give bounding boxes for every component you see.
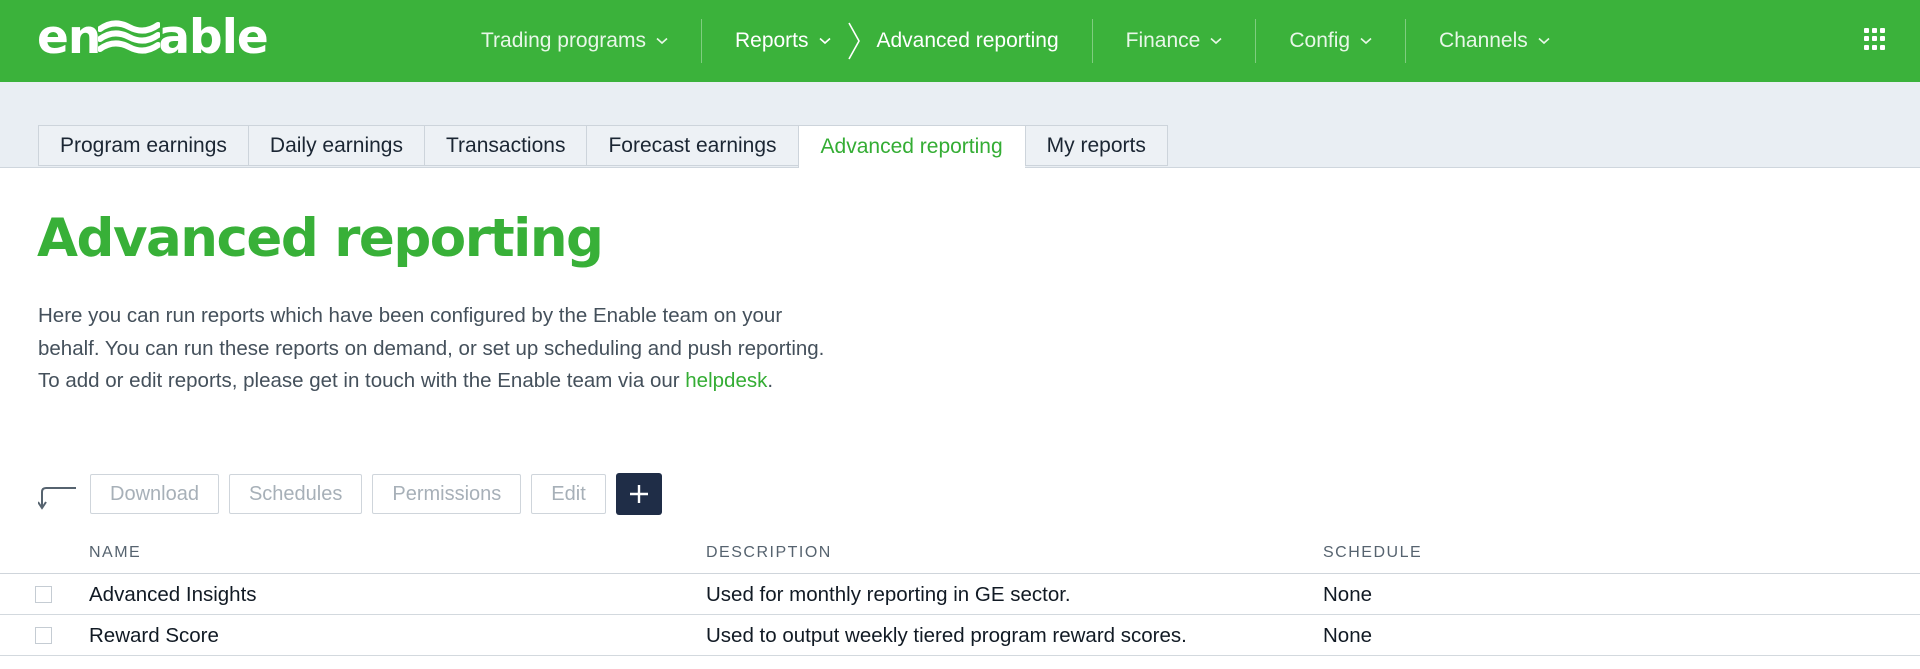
tab-daily-earnings[interactable]: Daily earnings	[247, 125, 424, 166]
top-navigation-bar: en able Trading programs Reports Advance…	[0, 0, 1920, 82]
report-tabs: Program earnings Daily earnings Transact…	[38, 125, 1168, 168]
tab-program-earnings[interactable]: Program earnings	[38, 125, 248, 166]
page-title: Advanced reporting	[37, 208, 604, 269]
chevron-down-icon	[656, 37, 668, 45]
chevron-down-icon	[1210, 37, 1222, 45]
tab-advanced-reporting[interactable]: Advanced reporting	[797, 125, 1025, 168]
tab-forecast-earnings[interactable]: Forecast earnings	[586, 125, 798, 166]
page-intro: Here you can run reports which have been…	[38, 300, 838, 398]
row-checkbox[interactable]	[35, 627, 52, 644]
edit-button[interactable]: Edit	[531, 474, 606, 514]
table-header: NAME DESCRIPTION SCHEDULE	[0, 538, 1920, 574]
nav-current-page-label: Advanced reporting	[876, 29, 1059, 52]
nav-channels[interactable]: Channels	[1406, 0, 1583, 82]
row-checkbox[interactable]	[35, 586, 52, 603]
report-name[interactable]: Advanced Insights	[89, 583, 257, 607]
permissions-button[interactable]: Permissions	[372, 474, 522, 514]
nav-config[interactable]: Config	[1256, 0, 1405, 82]
chevron-down-icon	[1538, 37, 1550, 45]
report-schedule: None	[1323, 624, 1373, 647]
helpdesk-link[interactable]: helpdesk	[685, 369, 767, 392]
logo-text-right: able	[158, 9, 268, 65]
report-toolbar: Download Schedules Permissions Edit	[38, 473, 662, 515]
breadcrumb-separator-icon	[847, 22, 860, 60]
logo-wave-icon	[98, 20, 161, 54]
nav-finance[interactable]: Finance	[1093, 0, 1256, 82]
chevron-down-icon	[1360, 37, 1372, 45]
report-name[interactable]: Reward Score	[89, 624, 219, 648]
reports-table: NAME DESCRIPTION SCHEDULE Advanced Insig…	[0, 538, 1920, 656]
table-row[interactable]: Advanced Insights Used for monthly repor…	[0, 574, 1920, 615]
nav-reports[interactable]: Reports	[702, 0, 845, 82]
nav-trading-programs-label: Trading programs	[481, 29, 646, 52]
enable-logo[interactable]: en able	[37, 9, 269, 65]
tab-my-reports[interactable]: My reports	[1024, 125, 1168, 166]
download-button[interactable]: Download	[90, 474, 219, 514]
main-nav: Trading programs Reports Advanced report…	[448, 0, 1583, 82]
plus-icon	[629, 485, 648, 503]
nav-trading-programs[interactable]: Trading programs	[448, 0, 701, 82]
column-header-schedule[interactable]: SCHEDULE	[1323, 544, 1422, 562]
report-description: Used to output weekly tiered program rew…	[706, 624, 1187, 647]
nav-reports-label: Reports	[734, 29, 809, 52]
nav-channels-label: Channels	[1439, 29, 1528, 52]
app-grid-icon[interactable]	[1864, 28, 1886, 50]
select-all-arrow-icon[interactable]	[38, 482, 78, 512]
column-header-description[interactable]: DESCRIPTION	[706, 544, 832, 562]
tab-transactions[interactable]: Transactions	[424, 125, 587, 166]
table-row[interactable]: Reward Score Used to output weekly tiere…	[0, 615, 1920, 656]
logo-text-left: en	[37, 9, 101, 65]
nav-advanced-reporting[interactable]: Advanced reporting	[871, 0, 1092, 82]
report-tabs-bar: Program earnings Daily earnings Transact…	[0, 82, 1920, 168]
intro-end: .	[767, 369, 774, 392]
report-description: Used for monthly reporting in GE sector.	[706, 583, 1071, 606]
column-header-name[interactable]: NAME	[89, 544, 141, 562]
nav-finance-label: Finance	[1125, 29, 1201, 52]
chevron-down-icon	[818, 37, 831, 45]
schedules-button[interactable]: Schedules	[228, 474, 363, 514]
report-schedule: None	[1323, 583, 1373, 606]
nav-config-label: Config	[1289, 29, 1351, 52]
add-report-button[interactable]	[615, 473, 662, 515]
